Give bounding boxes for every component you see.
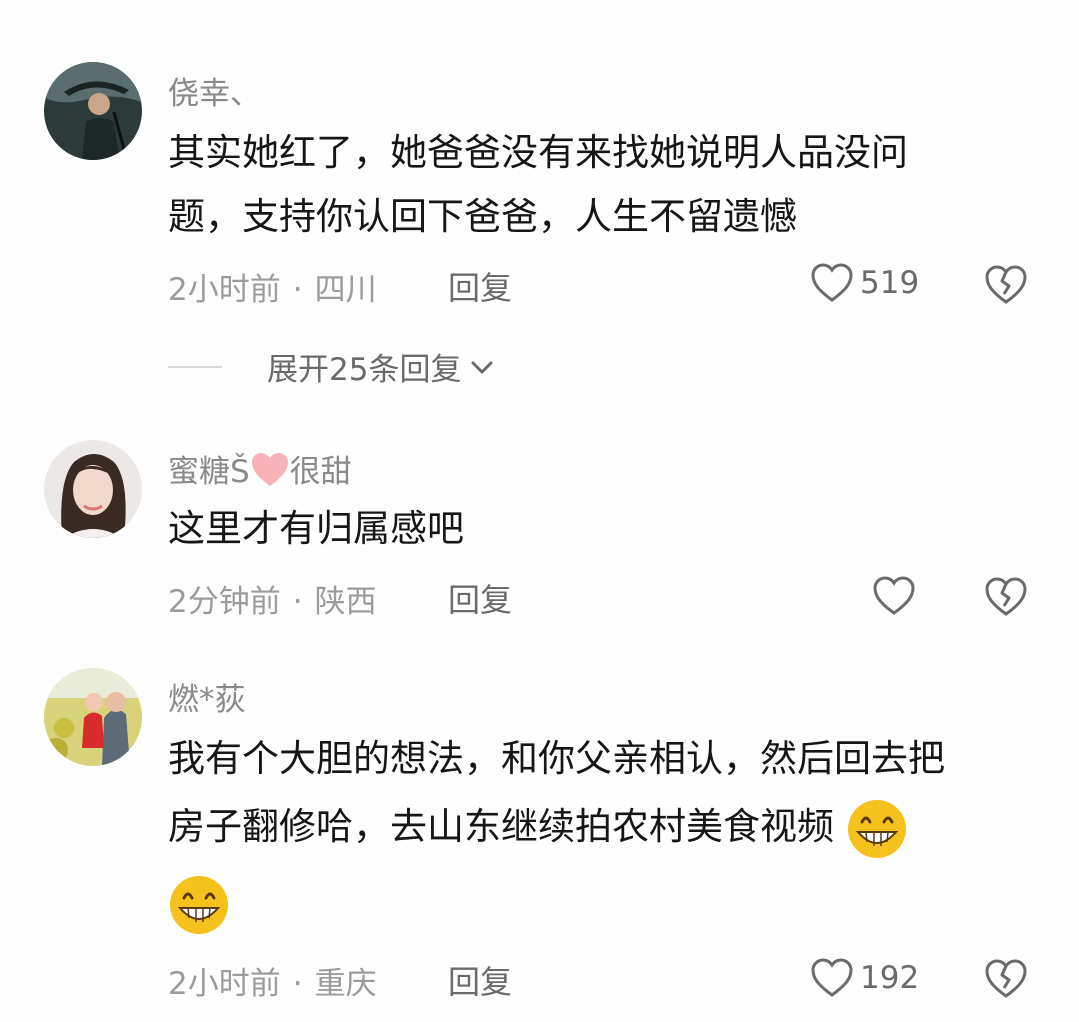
woman-portrait-avatar-icon — [44, 440, 142, 538]
mother-and-child-avatar-icon — [44, 668, 142, 766]
chevron-down-icon — [471, 361, 493, 373]
comment-meta: 2小时前 · 重庆 — [168, 966, 377, 1002]
broken-heart-icon — [985, 959, 1027, 998]
comment-username[interactable]: 蜜糖Š 很甜 — [168, 446, 352, 491]
comment-username[interactable]: 侥幸、 — [168, 68, 261, 113]
expand-replies-label: 展开25条回复 — [267, 352, 462, 388]
like-button[interactable]: 192 — [810, 957, 919, 999]
heart-outline-icon — [811, 263, 853, 302]
comment-text-line: 这里才有归属感吧 — [168, 507, 464, 550]
comment-time: 2小时前 — [168, 966, 281, 1002]
expand-replies-button[interactable]: 展开25条回复 — [168, 344, 495, 389]
like-button[interactable]: 519 — [810, 262, 919, 304]
grinning-emoji-icon — [847, 799, 906, 858]
broken-heart-icon — [985, 577, 1027, 616]
comment-text-line-with-emoji: 房子翻修哈，去山东继续拍农村美食视频 — [168, 796, 1048, 860]
dislike-button[interactable] — [984, 264, 1028, 306]
heart-outline-icon — [873, 576, 915, 615]
heart-outline-icon — [811, 958, 853, 997]
divider — [168, 365, 222, 368]
man-with-umbrella-avatar-icon — [44, 62, 142, 160]
comment-time: 2小时前 — [168, 272, 281, 308]
broken-heart-icon — [985, 265, 1027, 304]
username-prefix: 蜜糖Š — [168, 454, 250, 490]
comment-location: 陕西 — [314, 584, 377, 620]
grinning-emoji-icon — [170, 876, 228, 934]
emoji-line — [168, 874, 230, 936]
comment-location: 重庆 — [314, 966, 377, 1002]
comment-time: 2分钟前 — [168, 584, 281, 620]
comment-text-line: 题，支持你认回下爸爸，人生不留遗憾 — [168, 195, 797, 238]
reply-button[interactable]: 回复 — [448, 957, 512, 1003]
reply-button[interactable]: 回复 — [448, 575, 512, 621]
comment-meta: 2分钟前 · 陕西 — [168, 584, 377, 620]
like-count: 519 — [860, 265, 920, 301]
username-suffix: 很甜 — [289, 454, 352, 490]
avatar[interactable] — [44, 440, 142, 538]
avatar[interactable] — [44, 62, 142, 160]
dislike-button[interactable] — [984, 576, 1028, 618]
comment-text: 房子翻修哈，去山东继续拍农村美食视频 — [168, 805, 834, 848]
comment-text-line: 我有个大胆的想法，和你父亲相认，然后回去把 — [168, 737, 945, 780]
comment-meta: 2小时前 · 四川 — [168, 272, 377, 308]
dislike-button[interactable] — [984, 958, 1028, 1000]
like-count: 192 — [860, 960, 920, 996]
like-button[interactable] — [872, 575, 916, 617]
comment-text-line: 其实她红了，她爸爸没有来找她说明人品没问 — [168, 131, 908, 174]
pink-heart-icon — [251, 453, 288, 486]
avatar[interactable] — [44, 668, 142, 766]
comment-username[interactable]: 燃*荻 — [168, 674, 246, 719]
reply-button[interactable]: 回复 — [448, 263, 512, 309]
comment-location: 四川 — [314, 272, 377, 308]
